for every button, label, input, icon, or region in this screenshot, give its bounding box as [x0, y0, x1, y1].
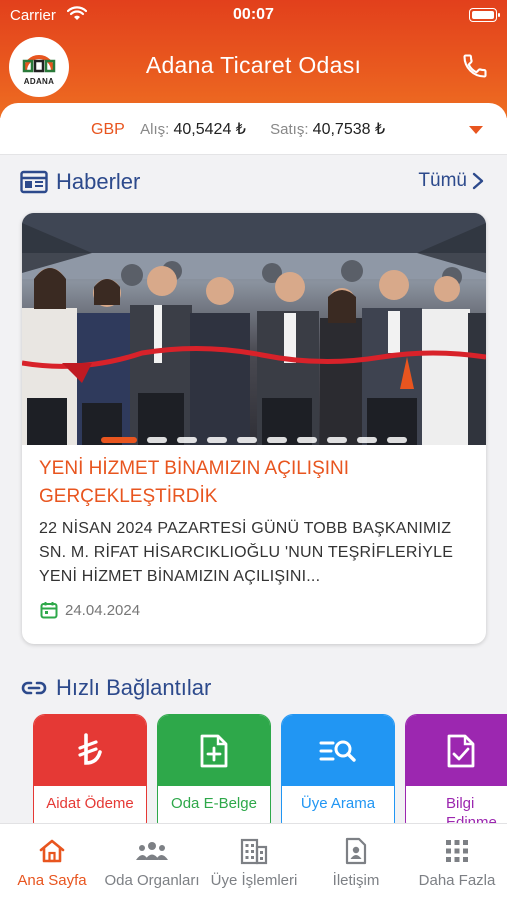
- document-plus-icon: [200, 734, 228, 767]
- tab-label: Oda Organları: [104, 872, 200, 889]
- quick-link-label: Oda E-Belge: [171, 795, 257, 812]
- tab-label: İletişim: [332, 872, 380, 889]
- calendar-icon: [40, 602, 58, 619]
- quick-links-header: Hızlı Bağlantılar: [20, 674, 211, 702]
- document-check-icon: [447, 734, 475, 767]
- sell-value: 40,7538 ₺: [312, 121, 386, 138]
- carousel-dot[interactable]: [177, 437, 197, 443]
- quick-link-label: Üye Arama: [300, 795, 376, 812]
- quick-link-icon-area: [158, 715, 270, 786]
- quick-link-aidat[interactable]: Aidat Ödeme: [33, 714, 147, 834]
- news-date: 24.04.2024: [40, 601, 140, 619]
- currency-code: GBP: [91, 121, 125, 138]
- news-section-title: Haberler: [56, 169, 141, 194]
- lira-icon: [78, 732, 102, 765]
- quick-link-label: Aidat Ödeme: [46, 795, 134, 812]
- carousel-dot[interactable]: [237, 437, 257, 443]
- carousel-dot[interactable]: [327, 437, 347, 443]
- status-bar: Carrier 00:07: [0, 4, 507, 26]
- tab-daha-fazla[interactable]: Daha Fazla: [414, 836, 500, 889]
- carousel-dot[interactable]: [207, 437, 227, 443]
- newspaper-icon: [20, 170, 48, 194]
- carousel-dot[interactable]: [267, 437, 287, 443]
- tab-label: Daha Fazla: [418, 872, 496, 889]
- tab-uye-islemleri[interactable]: Üye İşlemleri: [206, 836, 302, 889]
- news-date-text: 24.04.2024: [65, 601, 141, 619]
- carousel-dot[interactable]: [101, 437, 137, 443]
- tab-oda-organlari[interactable]: Oda Organları: [100, 836, 204, 889]
- phone-icon[interactable]: [461, 52, 489, 80]
- news-all-link[interactable]: Tümü: [418, 170, 485, 192]
- quick-link-icon-area: [34, 715, 146, 786]
- link-icon: [21, 681, 47, 695]
- carousel-dot[interactable]: [297, 437, 317, 443]
- grid-icon: [446, 840, 468, 862]
- carousel-dot[interactable]: [387, 437, 407, 443]
- news-all-label: Tümü: [418, 170, 467, 191]
- battery-icon: [469, 8, 500, 22]
- news-title[interactable]: YENİ HİZMET BİNAMIZIN AÇILIŞINI GERÇEKLE…: [39, 455, 469, 511]
- buy-value: 40,5424 ₺: [173, 121, 246, 138]
- currency-row: GBP Alış: 40,5424 ₺ Satış: 40,7538 ₺: [91, 119, 405, 139]
- sell-label: Satış:: [270, 121, 309, 138]
- app-header: Carrier 00:07 ADANA Adana Ticaret Odası: [0, 0, 507, 118]
- carousel-dot[interactable]: [147, 437, 167, 443]
- tab-ana-sayfa[interactable]: Ana Sayfa: [8, 836, 96, 889]
- chevron-right-icon: [472, 172, 484, 190]
- bottom-tab-bar: Ana Sayfa Oda Organları Üye İşlemleri İl…: [0, 823, 507, 900]
- home-icon: [39, 839, 65, 863]
- tab-iletisim[interactable]: İletişim: [318, 836, 394, 889]
- news-photo[interactable]: [22, 213, 486, 445]
- app-title: Adana Ticaret Odası: [145, 52, 362, 78]
- quick-link-icon-area: [282, 715, 394, 786]
- currency-rate-bar[interactable]: GBP Alış: 40,5424 ₺ Satış: 40,7538 ₺: [0, 103, 507, 155]
- quick-link-icon-area: [406, 715, 507, 786]
- carousel-indicator[interactable]: [22, 437, 486, 443]
- group-icon: [136, 842, 168, 860]
- search-list-icon: [319, 740, 356, 762]
- ribbon-ceremony-photo: [22, 213, 486, 445]
- quick-link-e-belge[interactable]: Oda E-Belge: [157, 714, 271, 834]
- currency-dropdown-icon[interactable]: [469, 126, 483, 134]
- clock: 00:07: [233, 6, 274, 23]
- quick-link-bilgi-edinme[interactable]: Bilgi Edinme: [405, 714, 507, 834]
- buy-label: Alış:: [140, 121, 170, 138]
- building-icon: [240, 838, 268, 865]
- carousel-dot[interactable]: [357, 437, 377, 443]
- news-card[interactable]: YENİ HİZMET BİNAMIZIN AÇILIŞINI GERÇEKLE…: [22, 213, 486, 644]
- tab-label: Ana Sayfa: [17, 872, 87, 889]
- contact-icon: [345, 837, 367, 865]
- quick-links-title: Hızlı Bağlantılar: [56, 675, 212, 700]
- news-section-header: Haberler: [20, 168, 140, 196]
- news-summary: 22 NİSAN 2024 PAZARTESİ GÜNÜ TOBB BAŞKAN…: [39, 520, 454, 585]
- tab-label: Üye İşlemleri: [210, 872, 298, 889]
- quick-link-uye-arama[interactable]: Üye Arama: [281, 714, 395, 834]
